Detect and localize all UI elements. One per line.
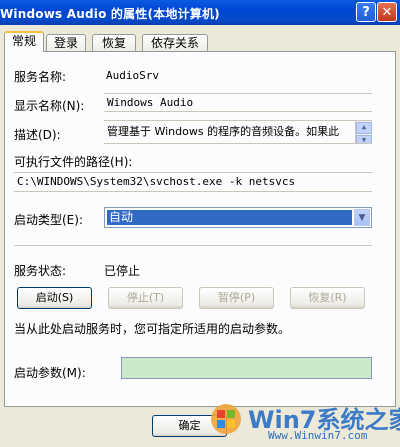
description-label: 描述(D):: [14, 128, 61, 142]
stop-button[interactable]: 停止(T): [108, 287, 183, 309]
general-tab-panel: 服务名称: AudioSrv 显示名称(N): Windows Audio 描述…: [4, 51, 396, 407]
startup-type-selected: 自动: [107, 210, 352, 225]
window-title: Windows Audio 的属性(本地计算机): [0, 7, 220, 21]
exe-path-label: 可执行文件的路径(H):: [14, 155, 133, 169]
start-params-label: 启动参数(M):: [14, 366, 86, 380]
description-field[interactable]: 管理基于 Windows 的程序的音频设备。如果此 ▲ ▼: [104, 120, 372, 144]
display-name-field[interactable]: Windows Audio: [104, 93, 372, 112]
description-text: 管理基于 Windows 的程序的音频设备。如果此: [107, 125, 340, 138]
chevron-down-icon[interactable]: ▼: [354, 209, 370, 226]
start-params-hint: 当从此处启动服务时，您可指定所适用的启动参数。: [14, 322, 291, 336]
description-scrollbar[interactable]: ▲ ▼: [355, 121, 372, 143]
service-status-value: 已停止: [104, 264, 141, 278]
help-button[interactable]: ?: [356, 2, 376, 22]
pause-button[interactable]: 暂停(P): [199, 287, 274, 309]
separator: [14, 245, 372, 247]
service-name-value: AudioSrv: [106, 69, 159, 82]
resume-button[interactable]: 恢复(R): [290, 287, 365, 309]
service-status-label: 服务状态:: [14, 264, 67, 278]
title-bar: Windows Audio 的属性(本地计算机) ? ✕: [0, 0, 400, 25]
startup-type-select[interactable]: 自动 ▼: [104, 207, 372, 228]
close-button[interactable]: ✕: [377, 2, 397, 22]
display-name-label: 显示名称(N):: [14, 99, 85, 113]
question-mark-icon: ?: [362, 4, 370, 20]
start-button[interactable]: 启动(S): [17, 287, 92, 309]
exe-path-field[interactable]: C:\WINDOWS\System32\svchost.exe -k netsv…: [14, 172, 372, 192]
tab-recovery[interactable]: 恢复: [92, 34, 136, 51]
close-icon: ✕: [381, 4, 393, 20]
startup-type-label: 启动类型(E):: [14, 213, 83, 227]
service-name-label: 服务名称:: [14, 70, 67, 84]
tab-logon[interactable]: 登录: [46, 34, 86, 51]
start-params-input[interactable]: [121, 357, 372, 379]
tab-dependencies[interactable]: 依存关系: [142, 34, 208, 51]
scroll-down-icon[interactable]: ▼: [356, 135, 372, 143]
scroll-up-icon[interactable]: ▲: [356, 122, 372, 134]
tab-general[interactable]: 常规: [4, 31, 44, 52]
watermark-url: Www.Winwin7.com: [268, 429, 368, 442]
